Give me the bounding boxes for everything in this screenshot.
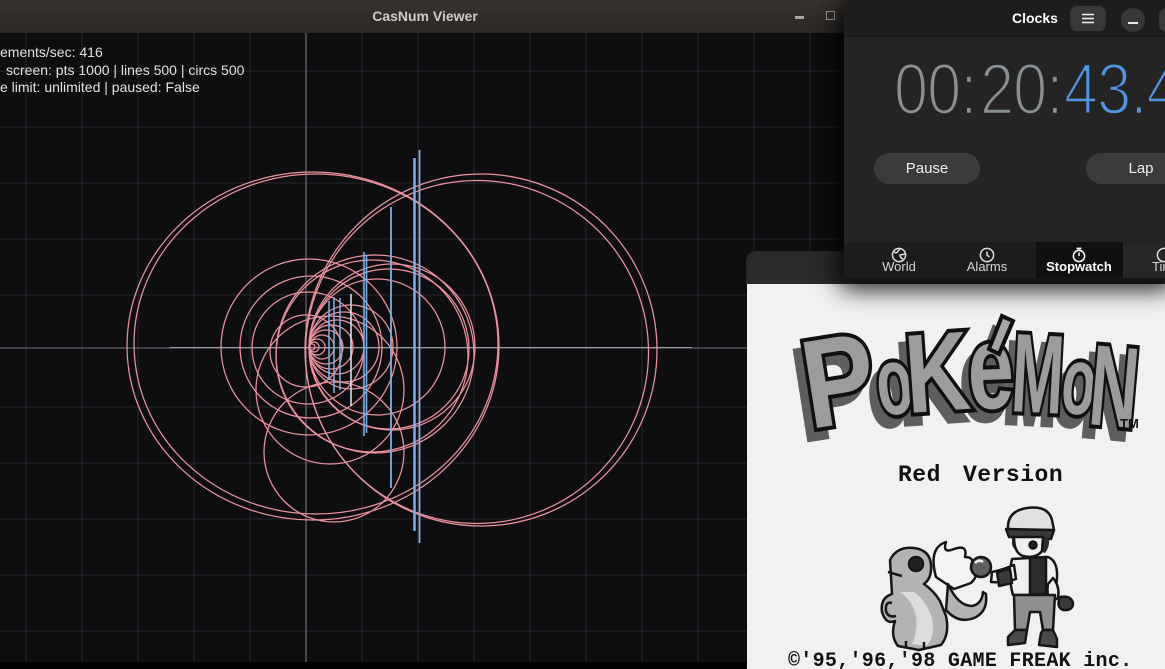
svg-text:43.4: 43.4: [1064, 50, 1165, 130]
svg-text:00:: 00:: [894, 50, 977, 130]
svg-text:20:: 20:: [980, 50, 1063, 130]
svg-text:K: K: [901, 308, 974, 437]
svg-text:TM: TM: [1120, 416, 1139, 431]
svg-text:N: N: [1085, 321, 1144, 453]
